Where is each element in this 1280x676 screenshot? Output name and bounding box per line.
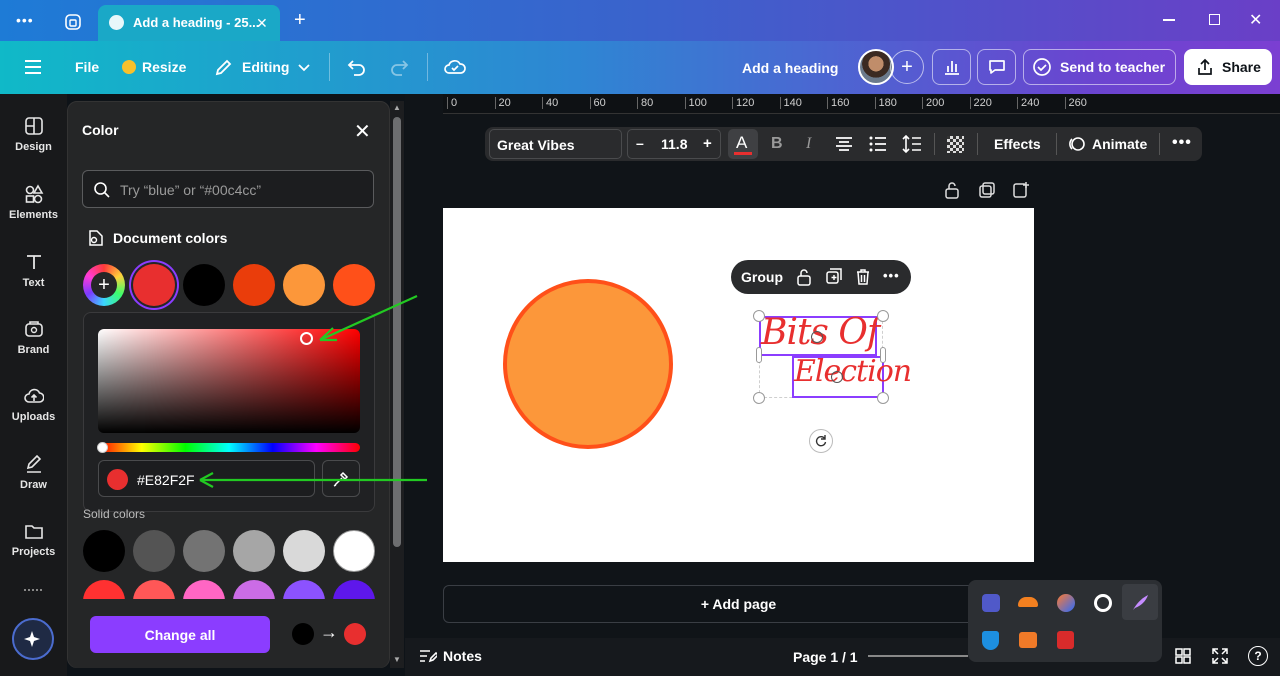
annotation-arrows bbox=[199, 294, 427, 488]
annotation-arrow-picker bbox=[319, 294, 418, 342]
